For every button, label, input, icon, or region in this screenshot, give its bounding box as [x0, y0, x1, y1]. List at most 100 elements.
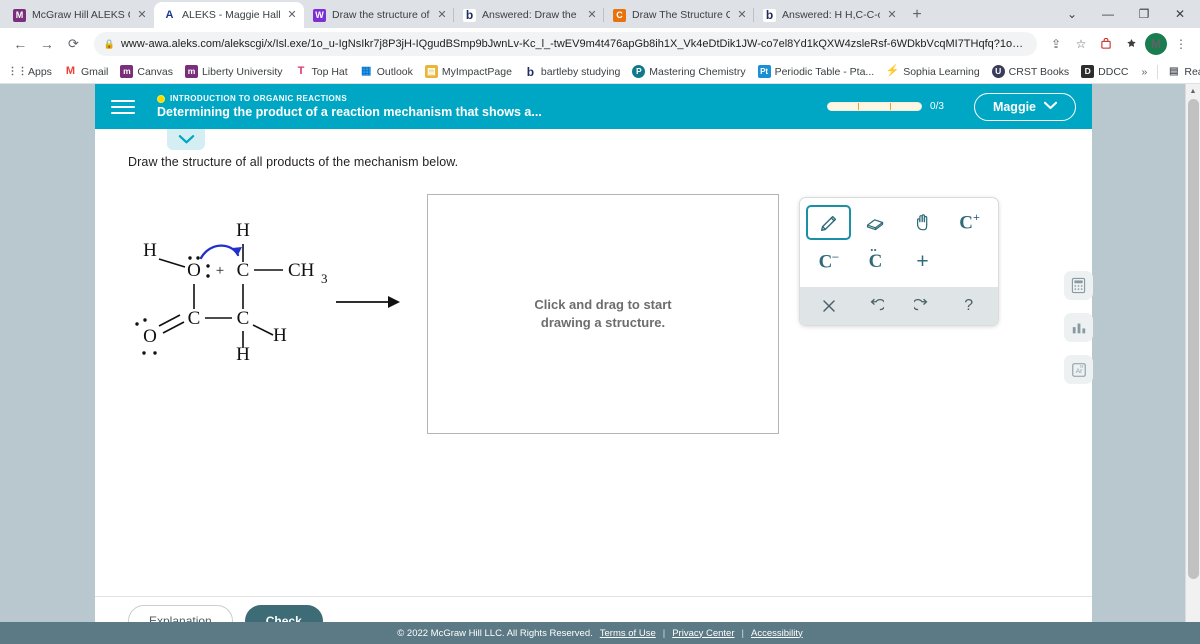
tab-close-icon[interactable]: ✕	[886, 9, 898, 21]
tab-search-icon[interactable]: ⌄	[1054, 0, 1090, 28]
anion-tool[interactable]: C–	[806, 244, 851, 279]
browser-tab[interactable]: W Draw the structure of all pr ✕	[304, 2, 454, 28]
reading-list-button[interactable]: ▤ Reading list	[1162, 63, 1200, 80]
hand-tool[interactable]	[900, 205, 945, 240]
terms-of-use-link[interactable]: Terms of Use	[600, 628, 656, 639]
bookmark-mastering-chemistry[interactable]: P Mastering Chemistry	[627, 63, 750, 80]
back-icon[interactable]: ←	[8, 31, 33, 57]
reading-list-label: Reading list	[1184, 65, 1200, 78]
tab-close-icon[interactable]: ✕	[286, 9, 298, 21]
add-tool[interactable]: +	[900, 244, 945, 279]
utility-icon-column: Ar 18	[1064, 271, 1093, 384]
profile-avatar[interactable]: M	[1145, 33, 1167, 55]
structure-drawing-canvas[interactable]: Click and drag to start drawing a struct…	[427, 194, 779, 434]
bartleby-icon: b	[523, 65, 537, 78]
pencil-tool[interactable]	[806, 205, 851, 240]
bookmark-label: Canvas	[137, 65, 173, 78]
browser-tab[interactable]: b Answered: Draw the structu ✕	[453, 2, 604, 28]
atom-label-ch3: CH	[288, 260, 315, 281]
reload-icon[interactable]: ⟳	[61, 31, 86, 57]
bookmark-canvas[interactable]: m Canvas	[115, 63, 178, 80]
bookmark-label: Mastering Chemistry	[649, 65, 746, 78]
calculator-icon[interactable]	[1064, 271, 1093, 300]
liberty-university-icon: m	[184, 65, 198, 78]
canvas-icon: m	[120, 65, 134, 78]
site-footer: © 2022 McGraw Hill LLC. All Rights Reser…	[0, 622, 1200, 644]
canvas-hint-text: Click and drag to start drawing a struct…	[534, 296, 671, 331]
bookmark-gmail[interactable]: M Gmail	[59, 63, 113, 80]
bookmark-crst-books[interactable]: U CRST Books	[987, 63, 1075, 80]
charge-plus: +	[216, 263, 224, 279]
tab-title: McGraw Hill ALEKS Chemist	[32, 9, 130, 21]
close-window-icon[interactable]: ✕	[1162, 0, 1198, 28]
redo-button[interactable]	[899, 293, 946, 319]
chart-icon[interactable]	[1064, 313, 1093, 342]
header-right: 0/3 Maggie	[827, 92, 1076, 121]
bookmark-bartleby[interactable]: b bartleby studying	[519, 63, 625, 80]
hamburger-menu-icon[interactable]	[111, 99, 135, 114]
undo-button[interactable]	[853, 293, 900, 319]
chevron-down-icon	[1043, 101, 1058, 113]
bookmarks-overflow-icon[interactable]: »	[1136, 66, 1154, 78]
tab-title: Answered: H H,C-C-o: Click	[782, 9, 880, 21]
bookmark-periodic-table[interactable]: Pt Periodic Table - Pta...	[753, 63, 880, 80]
eraser-tool[interactable]	[853, 205, 898, 240]
address-bar-row: ← → ⟳ 🔒 www-awa.aleks.com/alekscgi/x/Isl…	[0, 28, 1200, 60]
tab-close-icon[interactable]: ✕	[586, 9, 598, 21]
atom-label-o-ring: O	[187, 260, 201, 281]
bookmark-apps[interactable]: ⋮⋮ Apps	[6, 63, 57, 80]
tab-close-icon[interactable]: ✕	[136, 9, 148, 21]
extensions-puzzle-icon[interactable]	[1120, 33, 1142, 55]
share-icon[interactable]: ⇪	[1045, 33, 1067, 55]
privacy-center-link[interactable]: Privacy Center	[672, 628, 734, 639]
browser-tab-active[interactable]: A ALEKS - Maggie Hall - Lear ✕	[154, 2, 304, 28]
tab-close-icon[interactable]: ✕	[736, 9, 748, 21]
svg-text:18: 18	[1079, 364, 1083, 368]
bookmark-top-hat[interactable]: T Top Hat	[290, 63, 353, 80]
question-body: Draw the structure of all products of th…	[95, 129, 1093, 607]
minimize-icon[interactable]: —	[1090, 0, 1126, 28]
page-viewport: ▲ ▼ INTRODUCTION TO ORGANIC REACTIONS De…	[0, 84, 1200, 644]
page-title: Determining the product of a reaction me…	[157, 105, 542, 119]
reading-list-icon: ▤	[1167, 65, 1181, 78]
clear-button[interactable]	[806, 293, 853, 319]
aleks-header: INTRODUCTION TO ORGANIC REACTIONS Determ…	[95, 84, 1092, 129]
browser-tab[interactable]: M McGraw Hill ALEKS Chemist ✕	[4, 2, 154, 28]
forward-icon[interactable]: →	[35, 31, 60, 57]
browser-tab[interactable]: b Answered: H H,C-C-o: Click ✕	[753, 2, 904, 28]
tab-close-icon[interactable]: ✕	[436, 9, 448, 21]
atom-label-h-hydroxyl: H	[143, 240, 157, 261]
crst-books-icon: U	[991, 65, 1005, 78]
bookmark-ddcc[interactable]: D DDCC	[1076, 63, 1133, 80]
myimpactpage-icon: ▤	[424, 65, 438, 78]
gmail-icon: M	[63, 65, 77, 78]
scroll-up-arrow[interactable]: ▲	[1186, 84, 1200, 99]
topic-kicker: INTRODUCTION TO ORGANIC REACTIONS	[157, 94, 542, 103]
reaction-mechanism-diagram: H O + C H CH 3 C C O H H	[128, 194, 413, 369]
bookmark-liberty-university[interactable]: m Liberty University	[180, 63, 288, 80]
header-titles: INTRODUCTION TO ORGANIC REACTIONS Determ…	[157, 94, 542, 119]
question-prompt: Draw the structure of all products of th…	[128, 155, 459, 169]
bookmark-myimpactpage[interactable]: ▤ MyImpactPage	[420, 63, 517, 80]
bookmark-outlook[interactable]: ▦ Outlook	[355, 63, 418, 80]
cation-tool[interactable]: C+	[947, 205, 992, 240]
bookmark-label: Gmail	[80, 65, 109, 78]
page-scrollbar[interactable]: ▲ ▼	[1185, 84, 1200, 644]
bookmark-star-icon[interactable]: ☆	[1070, 33, 1092, 55]
user-menu-button[interactable]: Maggie	[973, 92, 1076, 121]
maximize-icon[interactable]: ❐	[1126, 0, 1162, 28]
scrollbar-thumb[interactable]	[1188, 99, 1199, 579]
tab-title: ALEKS - Maggie Hall - Lear	[182, 9, 280, 21]
help-button[interactable]: ?	[946, 293, 993, 319]
new-tab-button[interactable]: +	[904, 2, 930, 28]
bookmark-label: Top Hat	[311, 65, 348, 78]
chrome-menu-icon[interactable]: ⋮	[1170, 33, 1192, 55]
atom-label-c-carbonyl: C	[188, 308, 201, 329]
browser-tab[interactable]: C Draw The Structure Of All P ✕	[603, 2, 754, 28]
radical-tool[interactable]: C ··	[853, 242, 898, 279]
url-input[interactable]: 🔒 www-awa.aleks.com/alekscgi/x/Isl.exe/1…	[93, 32, 1037, 56]
accessibility-link[interactable]: Accessibility	[751, 628, 803, 639]
shopping-icon[interactable]	[1095, 33, 1117, 55]
periodic-table-icon[interactable]: Ar 18	[1064, 355, 1093, 384]
bookmark-sophia-learning[interactable]: ⚡ Sophia Learning	[881, 63, 984, 80]
